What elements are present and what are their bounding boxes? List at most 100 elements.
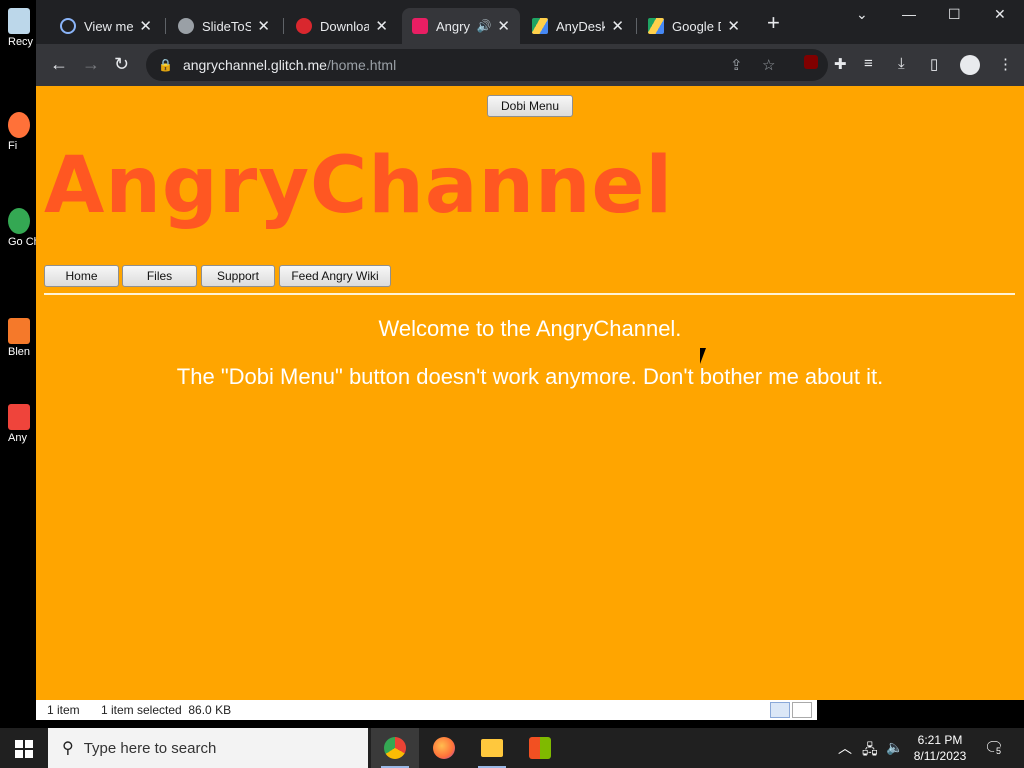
mega-icon xyxy=(296,18,312,34)
new-tab-button[interactable]: + xyxy=(767,12,780,34)
volume-icon[interactable]: 🔈 xyxy=(886,739,903,756)
taskbar-chrome[interactable] xyxy=(371,728,419,768)
nav-support-button[interactable]: Support xyxy=(201,265,275,287)
tab-anydesk[interactable]: AnyDesk.e ✕ xyxy=(522,8,634,44)
selection-info: 1 item selected 86.0 KB xyxy=(101,703,232,717)
desktop-icon-label: Recy xyxy=(8,36,34,48)
share-icon[interactable]: ⇪ xyxy=(730,56,743,74)
address-bar[interactable]: 🔒 angrychannel.glitch.me/home.html ⇪ ☆ xyxy=(146,49,828,81)
desktop-icon-label: Any xyxy=(8,432,27,444)
taskbar-file-explorer[interactable] xyxy=(468,728,516,768)
nav-home-button[interactable]: Home xyxy=(44,265,119,287)
address-path: /home.html xyxy=(326,57,397,73)
taskbar: ⚲ Type here to search ︿ 🖧 🔈 6:21 PM 8/11… xyxy=(0,728,1024,768)
item-count: 1 item xyxy=(47,703,80,717)
store-bag-icon xyxy=(529,737,551,759)
menu-kebab-icon[interactable]: ⋮ xyxy=(998,55,1013,73)
reload-button[interactable]: ↻ xyxy=(114,54,129,74)
google-drive-icon xyxy=(532,18,548,34)
tab-view-messages[interactable]: View mess ✕ xyxy=(50,8,162,44)
close-icon[interactable]: ✕ xyxy=(727,17,740,35)
desktop-icon-anydesk[interactable]: Any xyxy=(8,404,38,444)
desktop-icon-firefox[interactable]: Fi xyxy=(8,112,38,152)
mouse-cursor-icon xyxy=(700,348,706,364)
tab-title: AnyDesk.e xyxy=(556,18,606,34)
network-icon[interactable]: 🖧 xyxy=(862,739,878,763)
taskbar-clock[interactable]: 6:21 PM 8/11/2023 xyxy=(905,732,975,764)
clock-date: 8/11/2023 xyxy=(913,749,967,763)
close-icon[interactable]: ✕ xyxy=(375,17,388,35)
lock-icon[interactable]: 🔒 xyxy=(158,58,173,72)
dobi-menu-button[interactable]: Dobi Menu xyxy=(487,95,573,117)
taskbar-firefox[interactable] xyxy=(420,728,468,768)
clock-time: 6:21 PM xyxy=(917,733,963,747)
tab-title: Angry xyxy=(436,18,470,34)
search-icon: ⚲ xyxy=(62,740,74,757)
taskbar-search-box[interactable]: ⚲ Type here to search xyxy=(48,728,368,768)
tab-search-chevron-icon[interactable]: ⌄ xyxy=(856,6,868,23)
tab-separator xyxy=(283,18,284,34)
notice-text: The "Dobi Menu" button doesn't work anym… xyxy=(176,364,884,389)
firefox-icon xyxy=(8,112,30,138)
extensions-puzzle-icon[interactable]: ✚ xyxy=(834,55,847,73)
notification-count: 5 xyxy=(994,746,1004,756)
tab-separator xyxy=(165,18,166,34)
maximize-button[interactable]: ☐ xyxy=(948,6,961,23)
address-host: angrychannel.glitch.me xyxy=(182,57,327,73)
globe-icon xyxy=(178,18,194,34)
speaker-icon[interactable]: 🔊 xyxy=(476,19,491,33)
search-placeholder: Type here to search xyxy=(83,739,217,757)
explorer-status-bar: 1 item 1 item selected 86.0 KB xyxy=(36,700,817,720)
desktop-icon-chrome[interactable]: Go Ch xyxy=(8,208,40,248)
desktop: Recy Fi Go Ch Blen Any xyxy=(0,0,40,728)
tab-separator xyxy=(636,18,637,34)
details-view-icon[interactable] xyxy=(770,702,790,718)
desktop-icon-label: Blen xyxy=(8,346,31,358)
chrome-icon xyxy=(8,208,30,234)
close-icon[interactable]: ✕ xyxy=(257,17,270,35)
ublock-icon[interactable] xyxy=(804,55,818,73)
large-icons-view-icon[interactable] xyxy=(792,702,812,718)
tab-slidetoshi[interactable]: SlideToShi ✕ xyxy=(168,8,280,44)
desktop-icon-label: Go Ch xyxy=(8,236,40,248)
tab-angry[interactable]: Angry 🔊 ✕ xyxy=(402,8,520,44)
close-window-button[interactable]: ✕ xyxy=(994,6,1006,23)
desktop-icon-label: Fi xyxy=(8,140,18,152)
tab-title: Google Dr xyxy=(672,18,721,34)
chrome-icon xyxy=(384,737,406,759)
nav-files-button[interactable]: Files xyxy=(122,265,197,287)
folder-icon xyxy=(481,739,503,757)
angry-face-icon xyxy=(412,18,428,34)
profile-avatar[interactable] xyxy=(960,55,980,79)
close-icon[interactable]: ✕ xyxy=(497,17,510,35)
recycle-bin-icon xyxy=(8,8,30,34)
back-button[interactable]: ← xyxy=(50,54,68,74)
browser-window: View mess ✕ SlideToShi ✕ Download ✕ Angr… xyxy=(36,0,1024,700)
web-page: Dobi Menu AngryChannel Home Files Suppor… xyxy=(36,86,1024,700)
anydesk-icon xyxy=(8,404,30,430)
firefox-icon xyxy=(433,737,455,759)
forward-button[interactable]: → xyxy=(82,54,100,74)
tray-overflow-chevron-icon[interactable]: ︿ xyxy=(838,738,852,758)
desktop-icon-recycle-bin[interactable]: Recy xyxy=(8,8,38,48)
taskbar-microsoft-store[interactable] xyxy=(516,728,564,768)
tab-title: SlideToShi xyxy=(202,18,252,34)
tab-google-drive[interactable]: Google Dr ✕ xyxy=(638,8,750,44)
windows-start-icon[interactable] xyxy=(15,740,33,758)
minimize-button[interactable]: — xyxy=(902,6,916,22)
side-panel-icon[interactable]: ▯ xyxy=(930,55,938,73)
nav-feed-angry-wiki-button[interactable]: Feed Angry Wiki xyxy=(279,265,391,287)
tab-download[interactable]: Download ✕ xyxy=(286,8,398,44)
notifications-button[interactable]: 🗨 5 xyxy=(984,738,1004,758)
download-icon[interactable]: ⤓ xyxy=(898,55,905,72)
close-icon[interactable]: ✕ xyxy=(611,17,624,35)
desktop-icon-blender[interactable]: Blen xyxy=(8,318,38,358)
media-control-icon[interactable]: ≡ xyxy=(864,55,873,72)
site-logo: AngryChannel xyxy=(44,141,674,231)
blender-icon xyxy=(8,318,30,344)
tab-strip: View mess ✕ SlideToShi ✕ Download ✕ Angr… xyxy=(36,0,1024,44)
bookmark-star-icon[interactable]: ☆ xyxy=(762,56,775,74)
close-icon[interactable]: ✕ xyxy=(139,17,152,35)
tab-title: Download xyxy=(320,18,370,34)
tab-title: View mess xyxy=(84,18,134,34)
